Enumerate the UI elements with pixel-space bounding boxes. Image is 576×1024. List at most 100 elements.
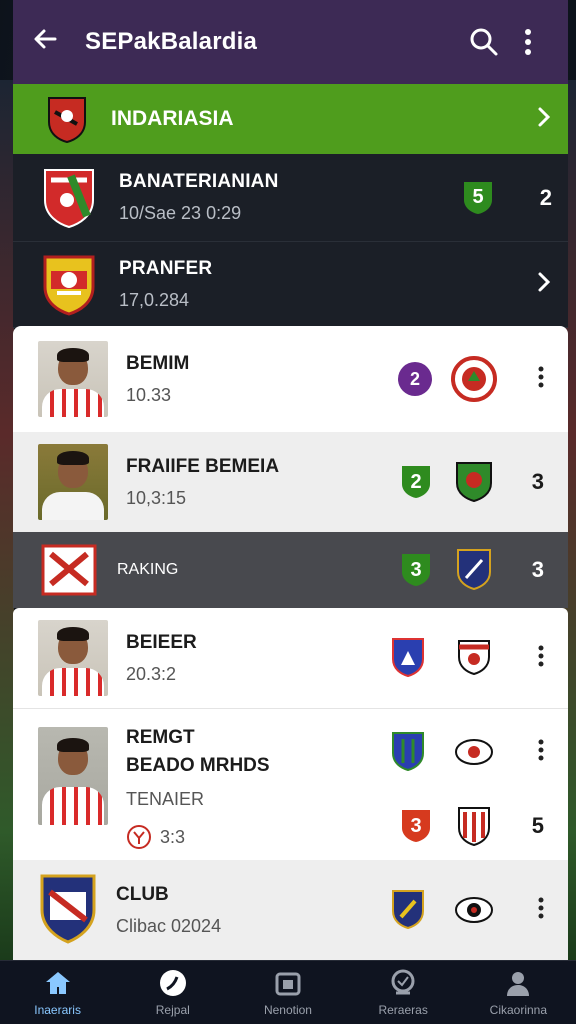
team-name: PRANFER: [119, 258, 213, 279]
league-name: INDARIASIA: [111, 107, 234, 130]
bottom-navigation: Inaeraris Rejpal Nenotion Reraeras Cikao…: [0, 960, 576, 1024]
league-crest-icon: [45, 94, 89, 144]
player-row[interactable]: BEMIM 10.33 2: [13, 326, 568, 432]
ranking-crest-icon: [41, 544, 97, 596]
club-mini-icon: [127, 825, 151, 849]
more-vert-icon[interactable]: [520, 645, 544, 671]
player-name: BEIEER: [126, 631, 197, 653]
nav-label: Rejpal: [155, 1002, 190, 1017]
score-value: 2: [410, 470, 422, 493]
club-crest-icon: [450, 546, 498, 594]
team-date: 10/Sae 23 0:29: [119, 203, 242, 223]
player-4-right: 3 5: [384, 727, 544, 853]
score-shield-badge: 3: [400, 552, 432, 588]
player-photo: [38, 620, 108, 696]
nav-label: Cikaorinna: [489, 1002, 548, 1017]
player-text: BEMIM 10.33: [126, 353, 398, 406]
trophy-icon: [388, 969, 418, 997]
chevron-right-icon[interactable]: [536, 104, 552, 135]
player-4-top-icons: [384, 727, 544, 777]
player-row[interactable]: FRAIIFE BEMEIA 10,3:15 2 3: [13, 432, 568, 532]
top-app-bar: SEPakBalardia: [13, 0, 568, 84]
player-row[interactable]: BEIEER 20.3:2: [13, 608, 568, 708]
chevron-right-icon[interactable]: [536, 269, 552, 300]
player-time: 3:3: [126, 824, 384, 850]
score-value: 5: [472, 186, 484, 208]
more-vert-icon[interactable]: [506, 28, 550, 56]
nav-item-profile[interactable]: Cikaorinna: [468, 969, 568, 1017]
league-header-row[interactable]: INDARIASIA: [13, 84, 568, 154]
search-icon[interactable]: [462, 27, 506, 57]
team-crest-icon: [41, 253, 97, 317]
arrow-left-icon[interactable]: [31, 25, 67, 59]
ranking-count: 3: [531, 557, 544, 582]
player-stat: 10,3:15: [126, 487, 187, 508]
club-crest-icon: [450, 728, 498, 776]
club-date: Clibac 02024: [116, 915, 222, 936]
nav-item-trophy[interactable]: Reraeras: [353, 969, 453, 1017]
score-shield-badge: 5: [462, 180, 494, 216]
player-name-line2: BEADO MRHDS: [126, 755, 270, 776]
app-screen: SEPakBalardia INDARIASIA BANATERIANIAN 1…: [13, 0, 568, 1024]
person-icon: [504, 969, 532, 997]
player-position: TENAIER: [126, 789, 205, 809]
score-value: 3: [410, 814, 422, 837]
club-crest-icon: [384, 634, 432, 682]
player-row[interactable]: REMGT BEADO MRHDS TENAIER 3:3 3 5: [13, 708, 568, 860]
player-stat: 10.33: [126, 384, 172, 405]
team-row-text: PRANFER 17,0.284: [119, 258, 536, 311]
player-count: 3: [531, 469, 544, 494]
club-crest-icon: [450, 886, 498, 934]
club-crest-large-icon: [38, 872, 98, 948]
score-value: 3: [410, 558, 422, 581]
club-text: CLUB Clibac 02024: [116, 884, 384, 937]
nav-label: Inaeraris: [34, 1002, 81, 1017]
more-vert-icon[interactable]: [520, 897, 544, 923]
nav-item-home[interactable]: Inaeraris: [8, 969, 108, 1017]
club-crest-icon: [450, 802, 498, 850]
ranking-label: RAKING: [117, 561, 179, 578]
team-row-text: BANATERIANIAN 10/Sae 23 0:29: [119, 171, 462, 224]
more-vert-icon[interactable]: [520, 739, 544, 765]
nav-item-calendar[interactable]: Nenotion: [238, 969, 338, 1017]
score-shield-badge: 2: [400, 464, 432, 500]
player-text: REMGT BEADO MRHDS TENAIER 3:3: [126, 727, 384, 850]
player-photo: [38, 444, 108, 520]
score-shield-badge: 3: [400, 808, 432, 844]
player-text: FRAIIFE BEMEIA 10,3:15: [126, 456, 400, 509]
club-crest-icon: [450, 634, 498, 682]
club-crest-icon: [450, 458, 498, 506]
player-photo: [38, 341, 108, 417]
player-4-bottom-icons: 3 5: [400, 799, 544, 853]
club-row[interactable]: CLUB Clibac 02024: [13, 860, 568, 960]
nav-label: Reraeras: [378, 1002, 428, 1017]
club-crest-icon: [384, 728, 432, 776]
row-count: 2: [539, 184, 552, 210]
calendar-icon: [274, 969, 302, 997]
ball-icon: [159, 969, 187, 997]
team-row[interactable]: BANATERIANIAN 10/Sae 23 0:29 5 2: [13, 154, 568, 242]
player-stat: 20.3:2: [126, 663, 177, 684]
player-number-badge: 2: [398, 362, 432, 396]
team-date: 17,0.284: [119, 290, 190, 310]
nav-item-ball[interactable]: Rejpal: [123, 969, 223, 1017]
stadium-background-left: [0, 80, 14, 964]
page-title: SEPakBalardia: [85, 28, 258, 55]
player-text: BEIEER 20.3:2: [126, 632, 384, 685]
team-row[interactable]: PRANFER 17,0.284: [13, 242, 568, 328]
club-name: CLUB: [116, 883, 169, 905]
player-time-value: 3:3: [160, 826, 186, 847]
player-count: 5: [531, 813, 544, 838]
player-name: REMGT: [126, 727, 195, 748]
player-name: FRAIIFE BEMEIA: [126, 455, 280, 477]
nav-label: Nenotion: [263, 1002, 312, 1017]
player-photo: [38, 727, 108, 825]
club-crest-icon: [384, 886, 432, 934]
player-name: BEMIM: [126, 352, 190, 374]
home-icon: [44, 969, 72, 997]
team-name: BANATERIANIAN: [119, 171, 279, 192]
club-crest-icon: [450, 355, 498, 403]
more-vert-icon[interactable]: [520, 366, 544, 392]
team-crest-icon: [41, 166, 97, 230]
ranking-row[interactable]: RAKING 3 3: [13, 532, 568, 608]
